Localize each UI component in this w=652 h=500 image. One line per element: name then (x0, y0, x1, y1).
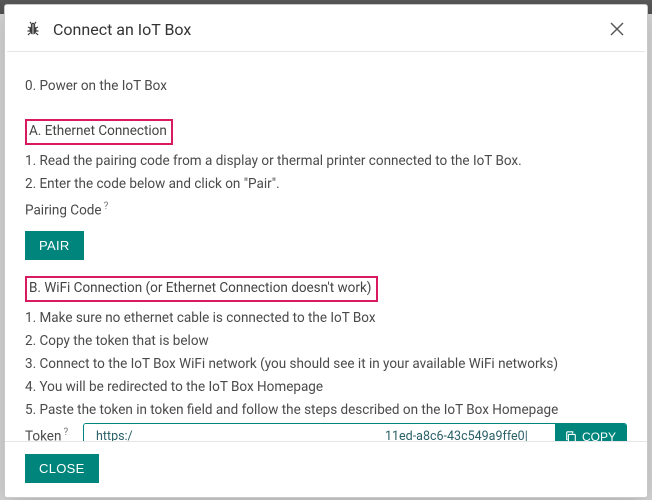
step-0: 0. Power on the IoT Box (25, 76, 627, 97)
section-a-heading: A. Ethernet Connection (25, 119, 173, 145)
close-icon (607, 19, 627, 39)
pairing-code-label: Pairing Code? (25, 199, 110, 221)
bug-icon (25, 21, 41, 37)
pairing-code-row: Pairing Code? (25, 199, 627, 221)
help-icon[interactable]: ? (63, 427, 68, 438)
copy-button-label: COPY (582, 430, 616, 441)
section-b-step-4: 4. You will be redirected to the IoT Box… (25, 377, 627, 398)
section-b-step-2: 2. Copy the token that is below (25, 331, 627, 352)
connect-iot-box-modal: Connect an IoT Box 0. Power on the IoT B… (4, 4, 648, 498)
modal-title: Connect an IoT Box (53, 20, 607, 39)
token-label: Token? (25, 425, 83, 441)
token-input-group: 11ed-a8c6-43c549a9ffe0| COPY (83, 423, 627, 441)
section-a: A. Ethernet Connection (25, 119, 627, 145)
copy-icon (565, 431, 577, 441)
pair-button[interactable]: PAIR (25, 231, 84, 260)
modal-body: 0. Power on the IoT Box A. Ethernet Conn… (5, 52, 647, 441)
section-a-step-1: 1. Read the pairing code from a display … (25, 151, 627, 172)
token-row: Token? 11ed-a8c6-43c549a9ffe0| COPY (25, 423, 627, 441)
section-b-step-3: 3. Connect to the IoT Box WiFi network (… (25, 354, 627, 375)
section-a-step-2: 2. Enter the code below and click on "Pa… (25, 174, 627, 195)
section-a-steps: 1. Read the pairing code from a display … (25, 151, 627, 195)
pairing-code-label-text: Pairing Code (25, 202, 102, 218)
token-label-text: Token (25, 429, 61, 441)
section-b-step-1: 1. Make sure no ethernet cable is connec… (25, 308, 627, 329)
copy-button[interactable]: COPY (555, 424, 626, 441)
help-icon[interactable]: ? (104, 201, 109, 212)
section-b-steps: 1. Make sure no ethernet cable is connec… (25, 308, 627, 421)
close-button-footer[interactable]: CLOSE (25, 454, 99, 483)
pair-button-row: PAIR (25, 231, 627, 260)
token-input[interactable] (84, 424, 385, 441)
close-button[interactable] (607, 19, 627, 39)
modal-footer: CLOSE (5, 441, 647, 497)
section-b-step-5: 5. Paste the token in token field and fo… (25, 400, 627, 421)
token-suffix: 11ed-a8c6-43c549a9ffe0| (385, 424, 555, 441)
section-b-heading: B. WiFi Connection (or Ethernet Connecti… (25, 276, 378, 302)
modal-header: Connect an IoT Box (5, 5, 647, 51)
section-b: B. WiFi Connection (or Ethernet Connecti… (25, 276, 627, 302)
